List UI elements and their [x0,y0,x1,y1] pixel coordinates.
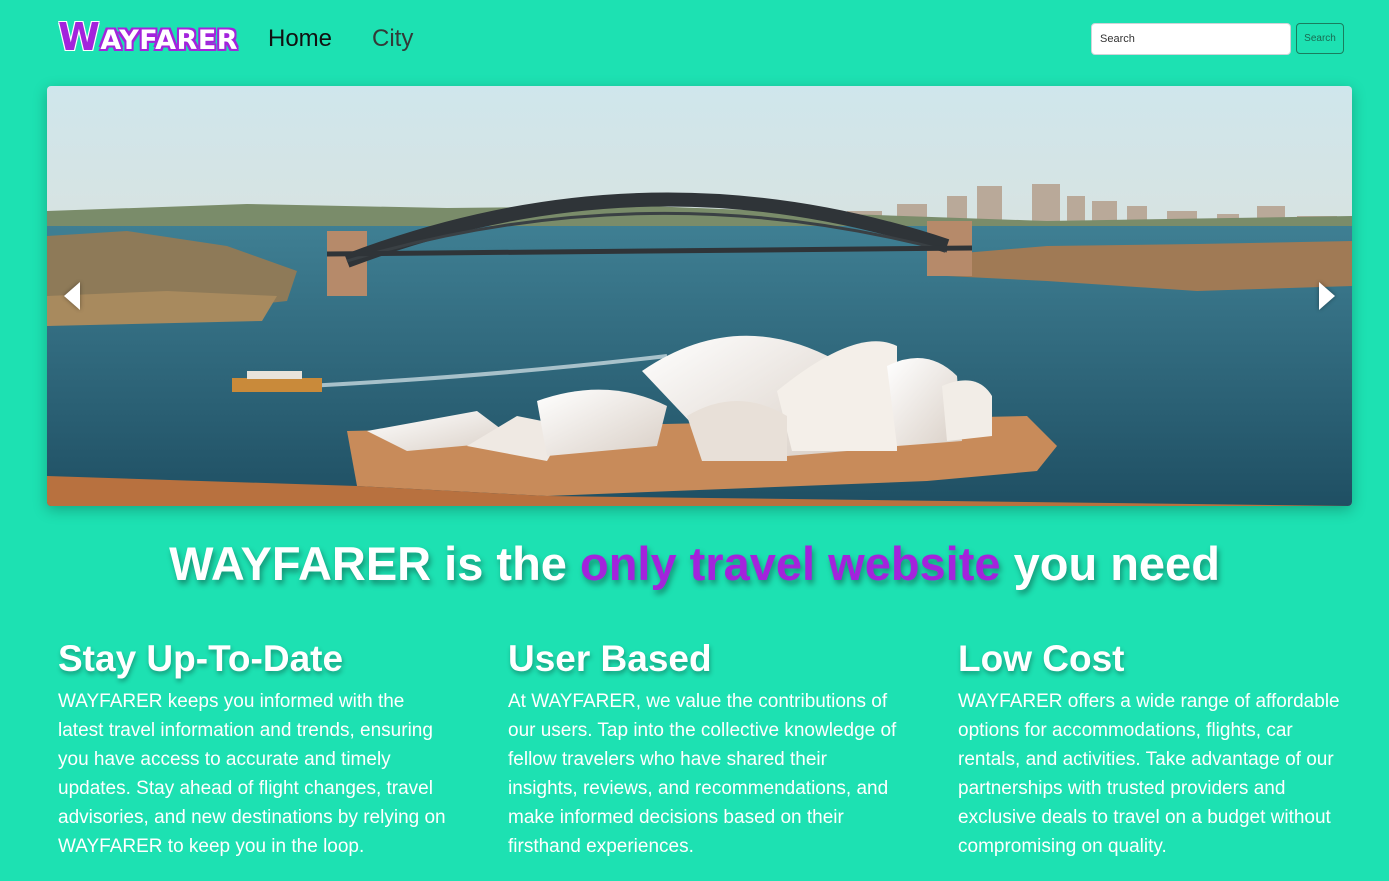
feature-title: User Based [508,638,712,679]
search-button[interactable]: Search [1296,23,1344,54]
chevron-left-icon [64,282,80,310]
feature-text: WAYFARER keeps you informed with the lat… [58,691,446,857]
chevron-right-icon [1319,282,1335,310]
hero-image [47,86,1352,506]
feature-title: Stay Up-To-Date [58,638,344,679]
feature-text: WAYFARER offers a wide range of affordab… [958,691,1340,857]
nav-link-home[interactable]: Home [268,24,332,54]
headline-part2: you need [1000,537,1220,590]
search-input[interactable] [1091,23,1291,55]
feature-low-cost: Low Cost WAYFARER offers a wide range of… [958,637,1348,861]
logo[interactable]: W AYFARER [58,18,238,56]
logo-text: AYFARER [100,25,239,56]
headline: WAYFARER is the only travel website you … [0,537,1389,591]
nav-link-city[interactable]: City [372,24,413,54]
headline-part1: WAYFARER is the [169,537,580,590]
feature-user-based: User Based At WAYFARER, we value the con… [508,637,898,861]
hero-carousel [47,86,1352,506]
carousel-prev-button[interactable] [57,276,87,316]
headline-accent: only travel website [579,537,1001,590]
carousel-next-button[interactable] [1312,276,1342,316]
feature-title: Low Cost [958,638,1125,679]
feature-stay-up-to-date: Stay Up-To-Date WAYFARER keeps you infor… [58,637,448,861]
logo-letter: W [58,15,101,59]
navbar: W AYFARER Home City Search [0,0,1389,80]
feature-text: At WAYFARER, we value the contributions … [508,691,897,857]
